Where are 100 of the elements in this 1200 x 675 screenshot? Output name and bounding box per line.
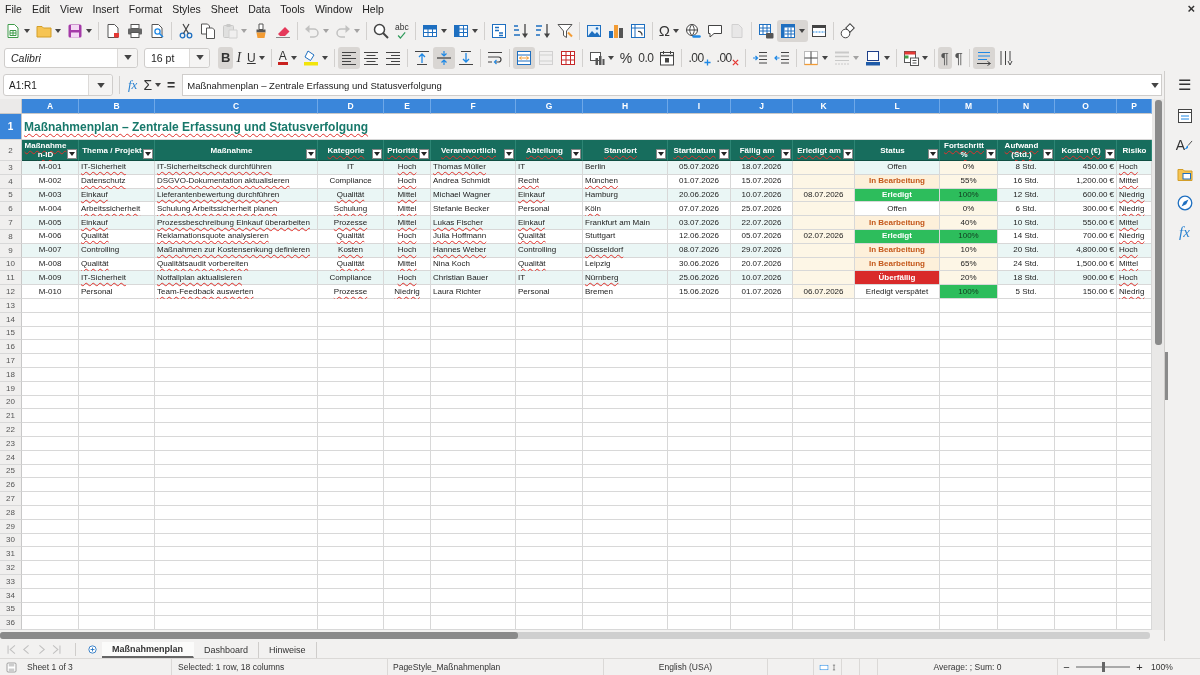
filter-button[interactable]	[719, 149, 729, 159]
column-header[interactable]: N	[998, 99, 1055, 114]
column-header[interactable]: D	[318, 99, 384, 114]
column-header[interactable]: A	[22, 99, 79, 114]
row-header[interactable]: 12	[0, 285, 22, 299]
column-header[interactable]: J	[731, 99, 793, 114]
column-header[interactable]: F	[431, 99, 516, 114]
styles-button[interactable]: A	[1173, 135, 1196, 155]
menu-item[interactable]: Help	[357, 0, 389, 18]
merge-center-button[interactable]	[512, 46, 535, 69]
functions-button[interactable]: fx	[1173, 222, 1196, 242]
sum-button[interactable]: Σ	[140, 75, 165, 95]
menu-item[interactable]: File	[0, 0, 27, 18]
dropdown-button[interactable]	[189, 48, 209, 67]
slider-thumb[interactable]	[1102, 662, 1105, 672]
formula-button[interactable]: =	[164, 75, 179, 95]
filter-button[interactable]	[656, 149, 666, 159]
dropdown-button[interactable]	[117, 48, 137, 67]
add-sheet-button[interactable]	[86, 643, 98, 656]
scrollbar-thumb[interactable]	[1154, 100, 1162, 345]
paragraph-rtl-button[interactable]: ¶	[951, 46, 966, 69]
column-header[interactable]: P	[1117, 99, 1152, 114]
sheet-tab[interactable]: Hinweise	[259, 641, 317, 658]
sheet-tab[interactable]: Dashboard	[194, 641, 260, 658]
align-left-button[interactable]	[337, 46, 360, 69]
name-box-field[interactable]: A1:R1	[3, 74, 113, 96]
bold-button[interactable]: B	[218, 46, 234, 69]
row-header[interactable]: 36	[0, 616, 22, 630]
menu-item[interactable]: Insert	[87, 0, 124, 18]
filter-button[interactable]	[372, 149, 382, 159]
delete-decimal-button[interactable]: .00	[713, 46, 742, 69]
dropdown-button[interactable]	[88, 75, 112, 95]
column-header[interactable]: L	[855, 99, 940, 114]
filter-button[interactable]	[781, 149, 791, 159]
italic-button[interactable]: I	[233, 46, 245, 69]
column-header[interactable]: M	[940, 99, 998, 114]
column-header[interactable]: H	[583, 99, 668, 114]
row-header[interactable]: 2	[0, 140, 22, 161]
menu-item[interactable]: Data	[243, 0, 276, 18]
filter-button[interactable]	[143, 149, 153, 159]
filter-button[interactable]	[1105, 149, 1115, 159]
freeze-button[interactable]	[776, 20, 808, 42]
column-header[interactable]: I	[668, 99, 731, 114]
filter-button[interactable]	[306, 149, 316, 159]
filter-button[interactable]	[571, 149, 581, 159]
menu-item[interactable]: Edit	[26, 0, 55, 18]
filter-button[interactable]	[67, 149, 77, 159]
row-header[interactable]: 22	[0, 423, 22, 437]
spelling-button[interactable]: abc	[392, 20, 412, 42]
row-header[interactable]: 32	[0, 561, 22, 575]
row-header[interactable]: 7	[0, 216, 22, 230]
row-header[interactable]: 3	[0, 161, 22, 175]
zoom-in-button[interactable]: +	[1135, 661, 1144, 673]
scrollbar-thumb[interactable]	[0, 632, 518, 639]
sidebar-collapse-handle[interactable]	[1165, 352, 1168, 400]
column-header[interactable]: B	[79, 99, 155, 114]
number-button[interactable]: 0.0	[635, 46, 657, 69]
filter-button[interactable]	[928, 149, 938, 159]
column-header[interactable]: K	[793, 99, 855, 114]
row-header[interactable]: 17	[0, 354, 22, 368]
percent-button[interactable]: %	[616, 46, 636, 69]
column-header[interactable]: O	[1055, 99, 1117, 114]
filter-button[interactable]	[843, 149, 853, 159]
row-header[interactable]: 16	[0, 340, 22, 355]
filter-button[interactable]	[1043, 149, 1053, 159]
underline-button[interactable]: U	[244, 46, 268, 69]
row-header[interactable]: 6	[0, 202, 22, 217]
font-name-field[interactable]: Calibri	[4, 47, 138, 68]
menu-item[interactable]: Format	[123, 0, 168, 18]
menu-item[interactable]: Sheet	[205, 0, 244, 18]
filter-button[interactable]	[504, 149, 514, 159]
menu-item[interactable]: Styles	[167, 0, 206, 18]
row-header[interactable]: 11	[0, 271, 22, 286]
align-middle-button[interactable]	[432, 46, 455, 69]
column-header[interactable]: C	[155, 99, 318, 114]
filter-button[interactable]	[419, 149, 429, 159]
row-header[interactable]: 31	[0, 547, 22, 562]
text-ltr-button[interactable]	[972, 46, 995, 69]
row-header[interactable]: 1	[0, 114, 22, 140]
row-header[interactable]: 26	[0, 478, 22, 493]
sheet-tab[interactable]: Maßnahmenplan	[102, 641, 194, 658]
vertical-scrollbar[interactable]	[1152, 99, 1164, 630]
menu-item[interactable]: Tools	[275, 0, 310, 18]
font-size-field[interactable]: 16 pt	[144, 47, 210, 68]
special-character-button[interactable]: Ω	[655, 20, 682, 42]
function-wizard-button[interactable]: fx	[125, 75, 141, 95]
horizontal-scrollbar[interactable]	[0, 632, 1150, 639]
zoom-out-button[interactable]: −	[1062, 661, 1071, 673]
font-color-button[interactable]: A	[274, 46, 300, 69]
filter-button[interactable]	[986, 149, 996, 159]
column-header[interactable]: G	[516, 99, 583, 114]
paragraph-ltr-button[interactable]: ¶	[937, 46, 952, 69]
menu-item[interactable]: View	[55, 0, 88, 18]
menu-item[interactable]: Window	[309, 0, 358, 18]
close-button[interactable]: ×	[1187, 2, 1195, 16]
add-decimal-button[interactable]: .00	[685, 46, 714, 69]
row-header[interactable]: 21	[0, 409, 22, 424]
sidebar-menu-button[interactable]: ☰	[1173, 75, 1196, 95]
row-header[interactable]: 27	[0, 492, 22, 506]
column-header[interactable]: E	[384, 99, 431, 114]
